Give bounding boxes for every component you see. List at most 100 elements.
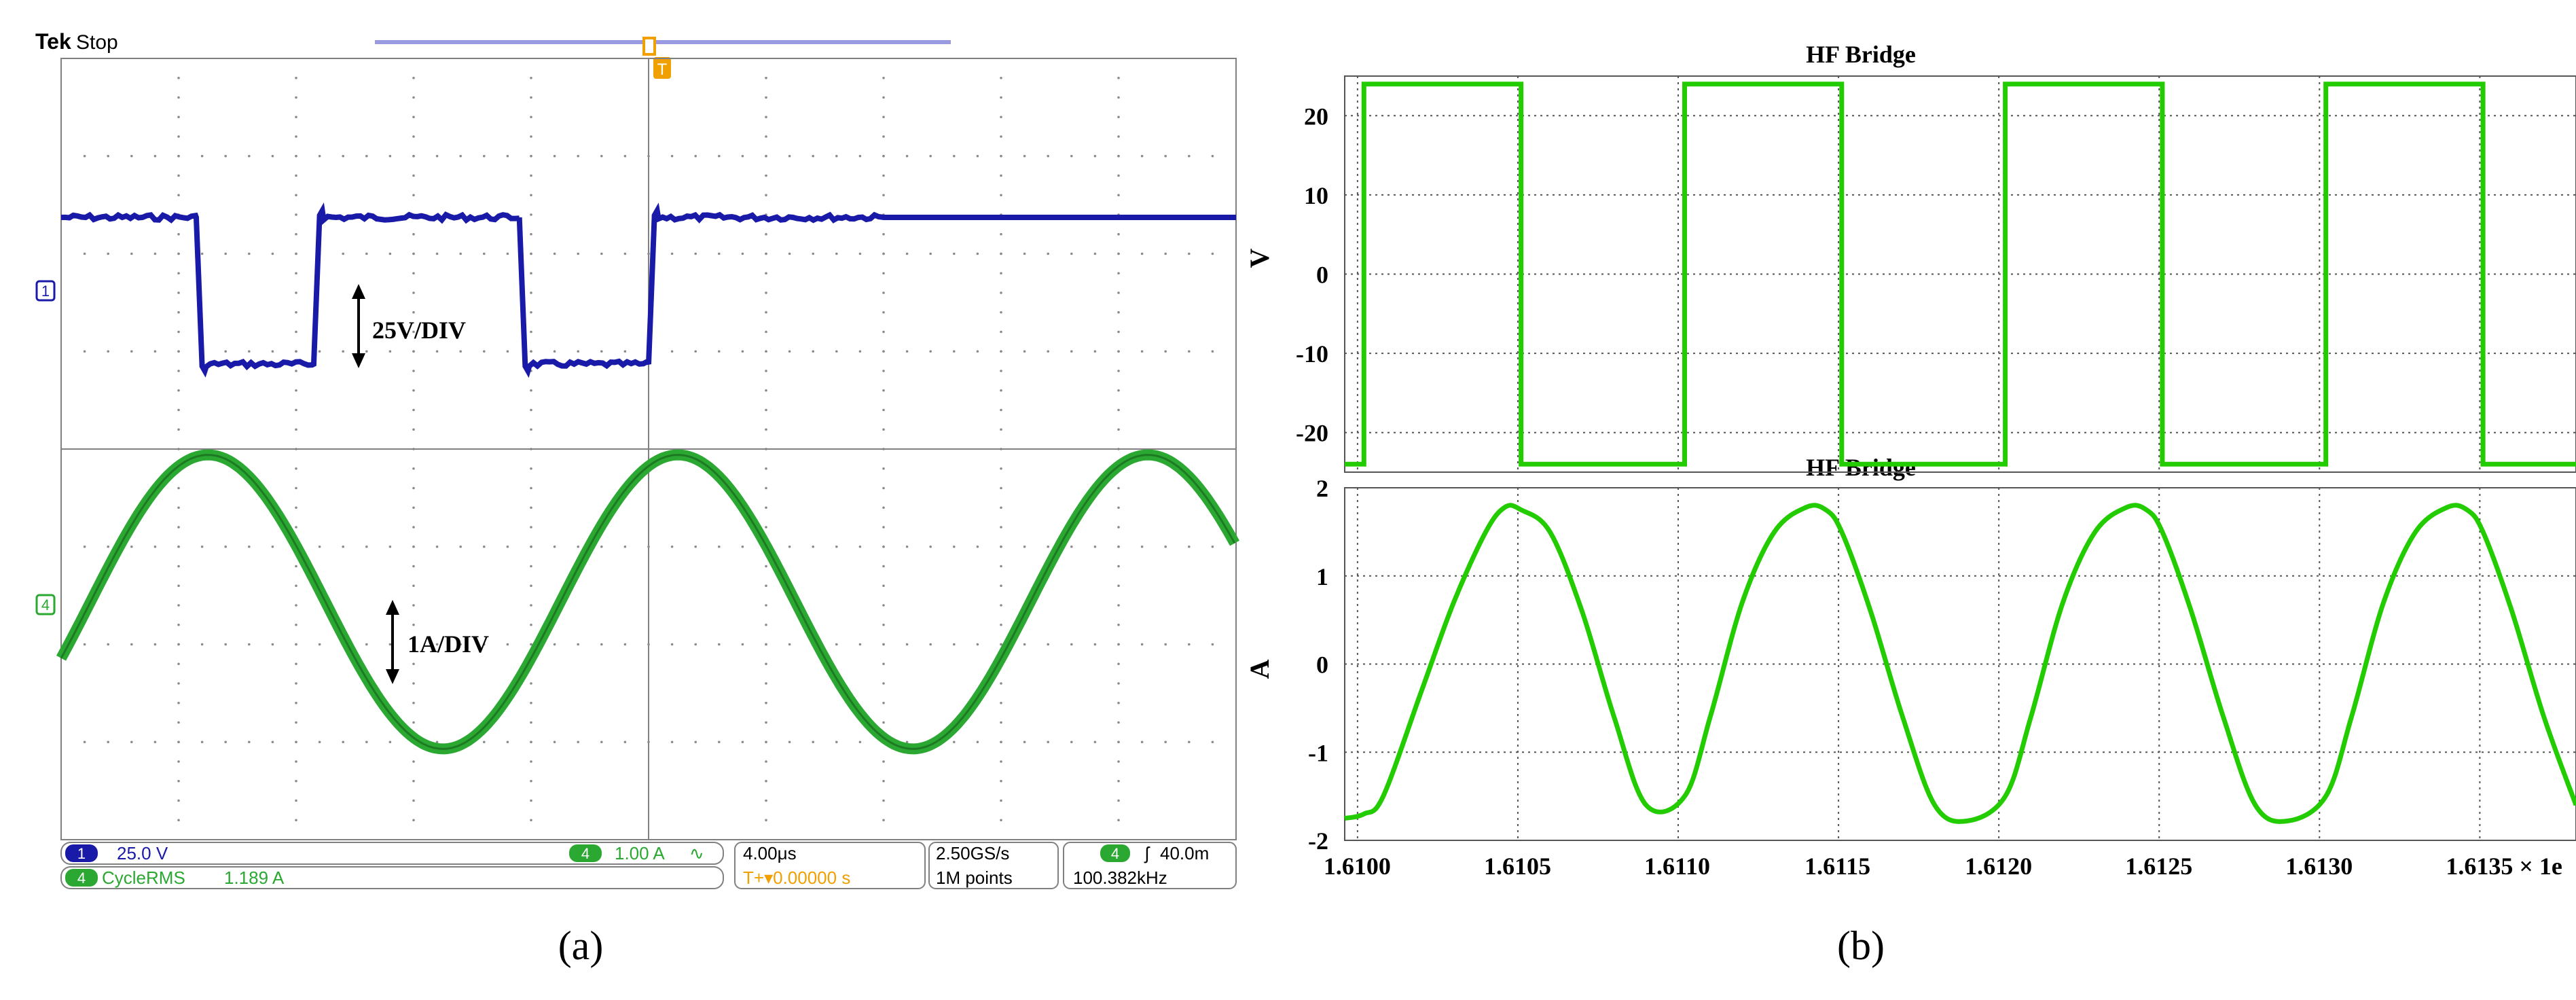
graticule-dot (765, 623, 767, 626)
graticule-dot (882, 252, 885, 255)
graticule-dot (1070, 643, 1073, 646)
graticule-dot (412, 662, 415, 666)
graticule-dot (200, 252, 204, 255)
trigger-position-marker: T (653, 57, 671, 79)
graticule-dot (177, 174, 180, 177)
graticule-dot (741, 740, 744, 744)
graticule-dot (765, 96, 767, 99)
graticule-dot (765, 370, 767, 372)
trigger-level-readout: 40.0m (1160, 843, 1209, 863)
graticule-dot (788, 350, 791, 353)
graticule-dot (177, 701, 180, 704)
graticule-dot (765, 154, 767, 158)
graticule-dot (976, 740, 979, 744)
graticule-dot (647, 252, 650, 255)
graticule-dot (788, 545, 791, 548)
graticule-dot (835, 643, 838, 646)
graticule-dot (1000, 623, 1002, 626)
graticule-dot (177, 604, 180, 607)
graticule-dot (248, 643, 251, 646)
graticule-dot (1117, 486, 1120, 490)
graticule-dot (718, 740, 721, 744)
bottom-x-tick-label: 1.6125 (2125, 853, 2192, 880)
graticule-dot (200, 643, 204, 646)
graticule-dot (953, 350, 956, 353)
graticule-dot (1188, 350, 1191, 353)
graticule-dot (882, 565, 885, 568)
graticule-dot (412, 682, 415, 685)
graticule-dot (177, 760, 180, 763)
graticule-dot (1117, 291, 1120, 294)
graticule-dot (1117, 701, 1120, 704)
graticule-dot (765, 310, 767, 314)
graticule-dot (1164, 643, 1167, 646)
graticule-dot (1093, 740, 1097, 744)
bottom-y-tick-label: 1 (1316, 563, 1328, 590)
graticule-dot (83, 154, 86, 158)
graticule-dot (177, 330, 180, 334)
graticule-dot (1117, 428, 1120, 431)
graticule-dot (1047, 350, 1049, 353)
graticule-dot (412, 526, 415, 529)
graticule-dot (224, 643, 228, 646)
graticule-dot (788, 154, 791, 158)
graticule-dot (83, 252, 86, 255)
graticule-dot (670, 740, 674, 744)
graticule-dot (130, 252, 133, 255)
graticule-dot (412, 779, 415, 783)
graticule-dot (882, 272, 885, 275)
graticule-dot (905, 252, 909, 255)
graticule-dot (765, 467, 767, 470)
bottom-y-tick-labels: 2 1 0 -1 -2 (1308, 475, 1328, 855)
graticule-dot (1000, 526, 1002, 529)
graticule-dot (765, 232, 767, 236)
graticule-dot (812, 740, 814, 744)
graticule-dot (976, 154, 979, 158)
graticule-dot (412, 428, 415, 431)
bottom-plot-grid (1345, 488, 2576, 840)
bottom-x-tick-label: 1.6105 (1484, 853, 1551, 880)
graticule-dot (459, 350, 462, 353)
graticule-dot (83, 545, 86, 548)
graticule-dot (295, 643, 297, 646)
graticule-dot (882, 662, 885, 666)
graticule-dot (1117, 779, 1120, 783)
graticule-dot (530, 545, 532, 548)
graticule-dot (882, 154, 885, 158)
graticule-dot (1000, 291, 1002, 294)
graticule-dot (741, 350, 744, 353)
svg-text:4: 4 (41, 596, 50, 613)
graticule-dot (224, 350, 228, 353)
graticule-dot (177, 96, 180, 99)
graticule-dot (882, 779, 885, 783)
graticule-dot (483, 350, 486, 353)
graticule-dot (953, 545, 956, 548)
graticule-dot (765, 174, 767, 177)
graticule-dot (177, 350, 180, 353)
graticule-dot (530, 760, 532, 763)
ch4-coupling-icon: ∿ (689, 843, 704, 863)
graticule-dot (295, 232, 297, 236)
graticule-dot (741, 545, 744, 548)
graticule-dot (858, 643, 862, 646)
graticule-dot (1117, 252, 1120, 255)
graticule-dot (177, 408, 180, 412)
graticule-dot (1117, 76, 1120, 79)
graticule-dot (295, 623, 297, 626)
graticule-dot (295, 779, 297, 783)
graticule-dot (765, 604, 767, 607)
graticule-dot (882, 96, 885, 99)
graticule-dot (1117, 565, 1120, 568)
graticule-dot (577, 545, 579, 548)
graticule-dot (1117, 819, 1120, 822)
graticule-dot (295, 174, 297, 177)
graticule-dot (623, 545, 627, 548)
graticule-dot (577, 252, 579, 255)
graticule-dot (1211, 252, 1214, 255)
current-scale-annotation: 1A/DIV (407, 630, 489, 658)
graticule-dot (1211, 643, 1214, 646)
graticule-dot (1000, 721, 1002, 724)
graticule-dot (976, 643, 979, 646)
graticule-dot (530, 799, 532, 802)
graticule-dot (295, 662, 297, 666)
